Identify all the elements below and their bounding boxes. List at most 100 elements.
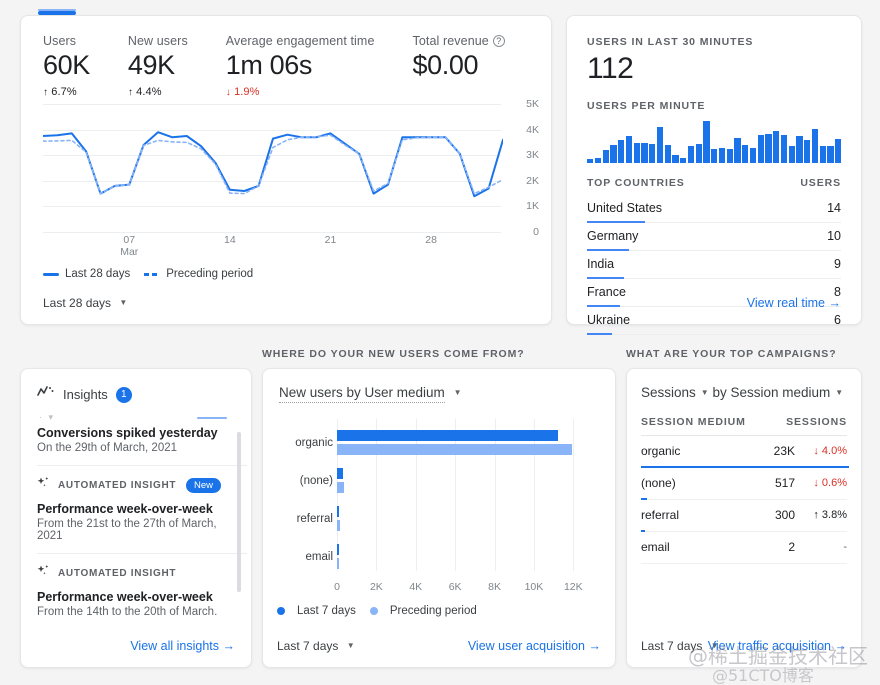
realtime-users-caption: USERS IN LAST 30 MINUTES bbox=[587, 36, 754, 48]
insight-heading: Performance week-over-week bbox=[37, 590, 213, 604]
insights-clipped-underline bbox=[197, 417, 227, 419]
campaigns-metric-selector[interactable]: Sessions ▼ bbox=[641, 385, 709, 400]
legend-item-last-7-days[interactable]: Last 7 days bbox=[277, 605, 356, 617]
new-users-bar-chart[interactable]: 0 2K 4K 6K 8K 10K 12K organic (none) referral ema… bbox=[277, 419, 601, 599]
new-users-card: New users by User medium ▼ 0 2K 4K 6K 8K 10K 1… bbox=[262, 368, 616, 668]
metric-users[interactable]: Users 60K ↑ 6.7% bbox=[43, 34, 90, 98]
top-countries-rows: United States 14 Germany 10 India 9 France 8 Ukr… bbox=[587, 195, 841, 335]
users-per-minute-bar bbox=[672, 155, 679, 163]
x-axis-tick: 28 bbox=[425, 234, 437, 247]
help-circle-icon[interactable]: ? bbox=[492, 35, 505, 47]
legend-item-last-28-days[interactable]: Last 28 days bbox=[43, 268, 130, 280]
metric-users-value: 60K bbox=[43, 50, 90, 80]
view-user-acquisition-link[interactable]: View user acquisition → bbox=[468, 639, 601, 653]
x-axis-tick: 12K bbox=[563, 581, 583, 593]
table-row[interactable]: Ukraine 6 bbox=[587, 307, 841, 335]
users-line-chart[interactable]: 0 1K 2K 3K 4K 5K 07 Mar 14 21 28 bbox=[43, 98, 539, 258]
legend-solid-line-icon bbox=[43, 272, 59, 276]
chevron-down-icon: ▼ bbox=[119, 298, 128, 307]
chevron-down-icon: ▼ bbox=[700, 388, 709, 397]
country-name: Germany bbox=[587, 229, 639, 243]
bar-last-7-days bbox=[337, 544, 339, 556]
metric-new-users[interactable]: New users 49K ↑ 4.4% bbox=[128, 34, 188, 98]
metric-users-label: Users bbox=[43, 34, 77, 48]
table-row[interactable]: organic 23K ↓ 4.0% bbox=[641, 436, 849, 468]
users-per-minute-bar bbox=[788, 146, 795, 163]
bar-preceding-period bbox=[337, 520, 340, 532]
users-per-minute-bar bbox=[734, 137, 741, 163]
legend-item-preceding-period[interactable]: Preceding period bbox=[144, 268, 253, 280]
arrow-right-icon: → bbox=[834, 639, 848, 653]
campaigns-dimension-selector[interactable]: by Session medium ▼ bbox=[712, 385, 843, 400]
bar-group[interactable] bbox=[337, 468, 591, 494]
insights-trend-icon bbox=[37, 385, 55, 404]
table-row[interactable]: (none) 517 ↓ 0.6% bbox=[641, 468, 847, 500]
insight-item[interactable]: AUTOMATED INSIGHT Performance week-over-w… bbox=[37, 553, 247, 615]
users-per-minute-bar bbox=[602, 150, 609, 163]
insight-item[interactable]: Conversions spiked yesterday On the 29th … bbox=[37, 424, 247, 465]
metric-total-revenue-label-text: Total revenue bbox=[412, 34, 489, 48]
realtime-card: USERS IN LAST 30 MINUTES 112 USERS PER M… bbox=[566, 15, 862, 335]
session-count: 23K bbox=[773, 444, 795, 458]
insight-item[interactable]: AUTOMATED INSIGHT New Performance week-ove… bbox=[37, 465, 247, 553]
legend-item-preceding-period[interactable]: Preceding period bbox=[369, 605, 477, 617]
bar-last-7-days bbox=[337, 468, 344, 480]
users-per-minute-bar bbox=[641, 142, 648, 163]
insights-scroll-area[interactable]: · ▾ Conversions spiked yesterday On the 2… bbox=[37, 410, 247, 615]
session-count: 2 bbox=[788, 540, 795, 554]
table-row[interactable]: India 9 bbox=[587, 251, 841, 279]
table-row[interactable]: Germany 10 bbox=[587, 223, 841, 251]
bar-group[interactable] bbox=[337, 506, 591, 532]
x-axis-tick: 07 Mar bbox=[120, 234, 139, 259]
section-title-campaigns: WHAT ARE YOUR TOP CAMPAIGNS? bbox=[626, 348, 837, 360]
bar-category-label: email bbox=[305, 551, 333, 564]
x-axis-tick: 0 bbox=[334, 581, 340, 593]
campaigns-table-rows: organic 23K ↓ 4.0% (none) 517 ↓ 0.6% referral 3… bbox=[641, 436, 849, 564]
table-row[interactable]: email 2 - bbox=[641, 532, 847, 564]
users-per-minute-bar bbox=[835, 138, 842, 163]
new-users-chart-selector[interactable]: New users by User medium ▼ bbox=[263, 369, 615, 403]
campaigns-table: SESSION MEDIUM SESSIONS organic 23K ↓ 4.0%… bbox=[641, 416, 849, 564]
table-row[interactable]: referral 300 ↑ 3.8% bbox=[641, 500, 847, 532]
country-name: India bbox=[587, 257, 615, 271]
insights-scrollbar[interactable] bbox=[237, 432, 241, 592]
bar-preceding-period bbox=[337, 482, 344, 494]
analytics-dashboard: Users 60K ↑ 6.7% New users 49K ↑ 4.4% Av… bbox=[0, 0, 880, 685]
top-countries-table: TOP COUNTRIES USERS United States 14 Germa… bbox=[587, 177, 841, 335]
insights-count-badge: 1 bbox=[115, 386, 132, 403]
new-users-date-range-selector[interactable]: Last 7 days ▼ bbox=[277, 639, 355, 653]
new-badge: New bbox=[185, 478, 221, 493]
table-row[interactable]: United States 14 bbox=[587, 195, 841, 223]
overview-card: Users 60K ↑ 6.7% New users 49K ↑ 4.4% Av… bbox=[20, 15, 552, 325]
session-change: ↑ 3.8% bbox=[813, 509, 847, 521]
x-axis-tick: 21 bbox=[324, 234, 337, 247]
overview-date-range-selector[interactable]: Last 28 days ▼ bbox=[43, 296, 127, 310]
insight-heading: Conversions spiked yesterday bbox=[37, 426, 218, 440]
view-traffic-acquisition-link[interactable]: View traffic acquisition → bbox=[708, 639, 847, 653]
bar-group[interactable] bbox=[337, 430, 591, 456]
view-real-time-link[interactable]: View real time → bbox=[747, 296, 841, 310]
users-per-minute-bar bbox=[594, 157, 601, 163]
x-axis-tick: 8K bbox=[488, 581, 501, 593]
users-per-minute-bar bbox=[726, 149, 733, 163]
users-per-minute-bar bbox=[656, 127, 663, 163]
users-per-minute-bar bbox=[811, 128, 818, 163]
country-name: France bbox=[587, 285, 626, 299]
campaigns-card: Sessions ▼ by Session medium ▼ SESSION MED… bbox=[626, 368, 862, 668]
metric-row: Users 60K ↑ 6.7% New users 49K ↑ 4.4% Av… bbox=[21, 16, 551, 98]
legend-label: Last 28 days bbox=[65, 268, 131, 281]
legend-label: Preceding period bbox=[166, 268, 254, 281]
bar-group[interactable] bbox=[337, 544, 591, 570]
legend-dot-icon bbox=[277, 607, 285, 615]
view-all-insights-link[interactable]: View all insights → bbox=[130, 639, 235, 653]
insight-subtext: From the 14th to the 20th of March, 2021 bbox=[37, 606, 218, 615]
users-per-minute-bar bbox=[649, 143, 656, 163]
users-per-minute-bar bbox=[703, 121, 710, 163]
view-all-insights-label: View all insights bbox=[130, 639, 220, 653]
chevron-down-icon: ▼ bbox=[346, 641, 355, 650]
users-per-minute-chart[interactable] bbox=[587, 121, 842, 163]
insight-kicker-label: AUTOMATED INSIGHT bbox=[58, 480, 177, 491]
metric-engagement-time[interactable]: Average engagement time 1m 06s ↓ 1.9% bbox=[226, 34, 375, 98]
overview-date-range-label: Last 28 days bbox=[43, 296, 112, 310]
metric-total-revenue[interactable]: Total revenue? $0.00 bbox=[413, 34, 505, 98]
